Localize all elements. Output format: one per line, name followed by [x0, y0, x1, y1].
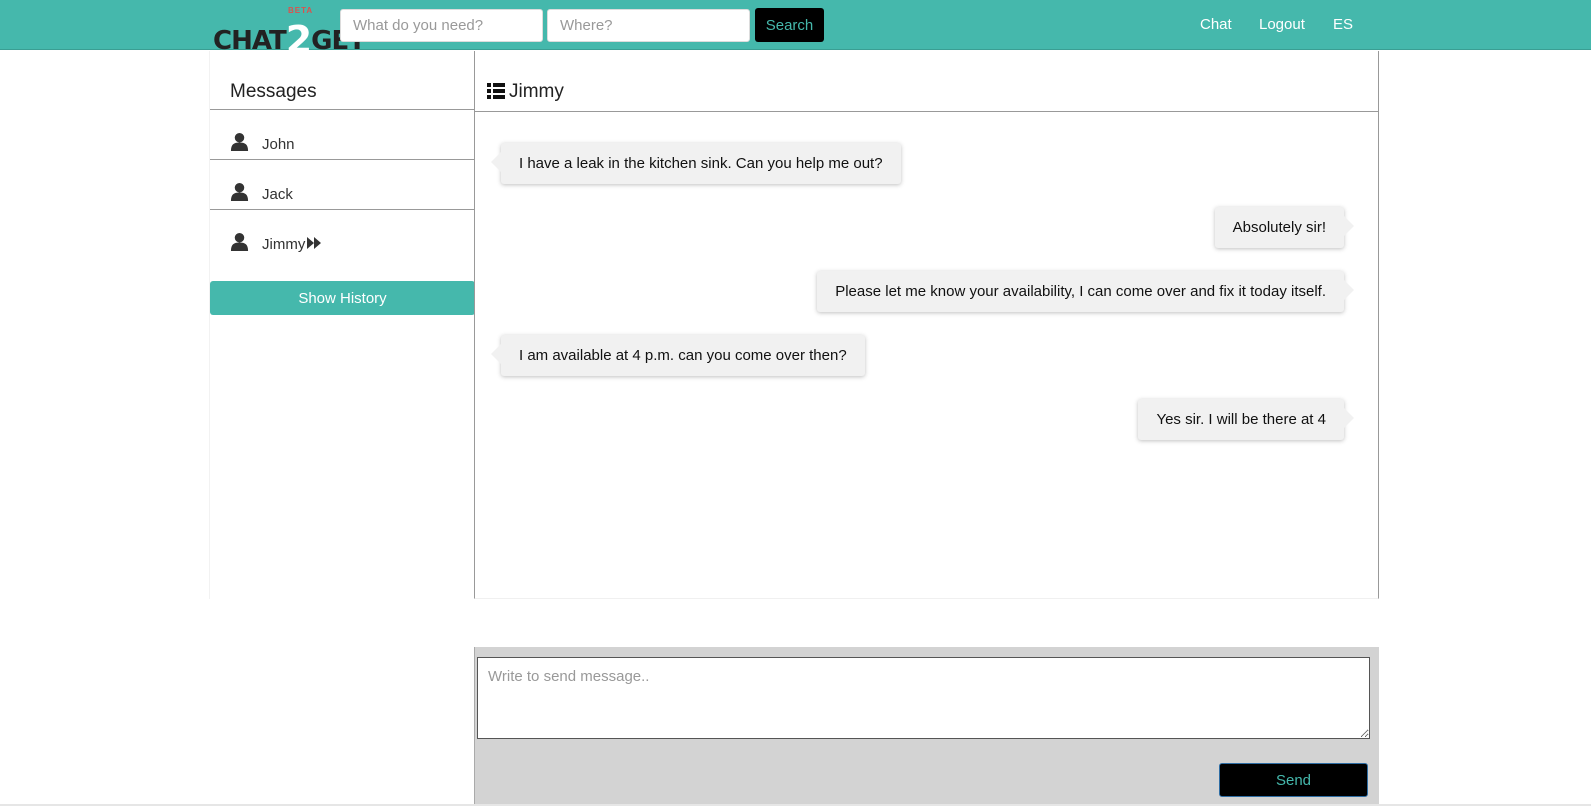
message-bubble-incoming: I am available at 4 p.m. can you come ov… — [491, 335, 865, 376]
nav-language-link[interactable]: ES — [1333, 16, 1353, 33]
chat-title: Jimmy — [509, 81, 564, 102]
person-icon — [230, 232, 249, 251]
beta-badge: BETA — [288, 6, 314, 15]
chat-header: Jimmy — [475, 51, 1378, 112]
message-bubble-outgoing: Absolutely sir! — [1214, 207, 1355, 248]
send-button[interactable]: Send — [1219, 763, 1368, 797]
contact-name: John — [262, 136, 295, 153]
person-icon — [230, 132, 249, 151]
list-icon — [487, 83, 505, 99]
contact-item-john[interactable]: John — [210, 110, 475, 160]
contact-item-jack[interactable]: Jack — [210, 160, 475, 210]
contact-name: Jimmy — [262, 236, 306, 253]
message-bubble-outgoing: Yes sir. I will be there at 4 — [1138, 399, 1354, 440]
brand-logo[interactable]: CHAT2GET BETA — [213, 6, 366, 62]
top-navbar: CHAT2GET BETA Search Chat Logout ES — [0, 0, 1591, 62]
search-where-input[interactable] — [547, 9, 750, 42]
contact-item-jimmy[interactable]: Jimmy — [210, 210, 475, 260]
contact-name: Jack — [262, 186, 293, 203]
message-bubble-incoming: I have a leak in the kitchen sink. Can y… — [491, 143, 901, 184]
search-what-input[interactable] — [340, 9, 543, 42]
nav-chat-link[interactable]: Chat — [1200, 16, 1232, 33]
forward-icon — [307, 237, 321, 249]
search-button[interactable]: Search — [755, 8, 824, 42]
sidebar-title: Messages — [230, 81, 317, 102]
nav-logout-link[interactable]: Logout — [1259, 16, 1305, 33]
show-history-button[interactable]: Show History — [210, 281, 475, 315]
messages-sidebar: Messages John Jack Jimmy Show History — [209, 51, 475, 599]
compose-area: Send — [474, 647, 1379, 806]
message-input[interactable] — [477, 657, 1370, 739]
chat-panel: Jimmy I have a leak in the kitchen sink.… — [474, 51, 1379, 599]
message-bubble-outgoing: Please let me know your availability, I … — [817, 271, 1354, 312]
person-icon — [230, 182, 249, 201]
